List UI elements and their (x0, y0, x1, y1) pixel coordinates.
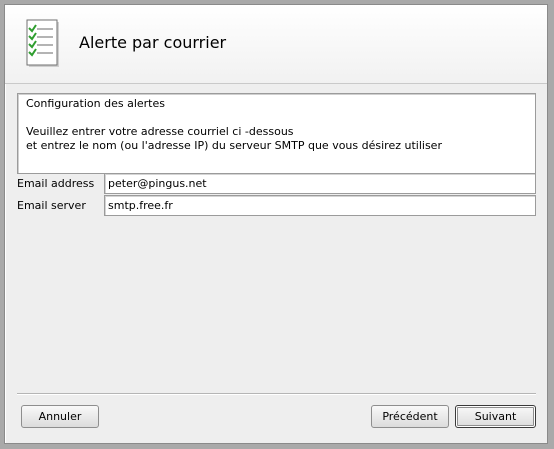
description-heading: Configuration des alertes (26, 97, 165, 110)
email-address-label: Email address (17, 177, 95, 190)
description-blank-line (26, 111, 527, 125)
checklist-icon (21, 19, 65, 71)
description-box: Configuration des alertes Veuillez entre… (17, 93, 536, 174)
description-line-1: Veuillez entrer votre adresse courriel c… (26, 125, 294, 138)
wizard-window: Alerte par courrier Configuration des al… (4, 4, 548, 444)
email-server-label: Email server (17, 199, 86, 212)
email-address-field[interactable] (104, 173, 536, 194)
email-server-field[interactable] (104, 195, 536, 216)
next-button[interactable]: Suivant (455, 405, 536, 428)
description-line-2: et entrez le nom (ou l'adresse IP) du se… (26, 139, 442, 152)
wizard-header: Alerte par courrier (5, 5, 547, 84)
previous-button[interactable]: Précédent (371, 405, 449, 428)
email-address-row: Email address (17, 173, 538, 194)
button-divider (17, 393, 536, 395)
cancel-button[interactable]: Annuler (21, 405, 99, 428)
email-server-row: Email server (17, 195, 538, 216)
wizard-title: Alerte par courrier (79, 33, 227, 52)
